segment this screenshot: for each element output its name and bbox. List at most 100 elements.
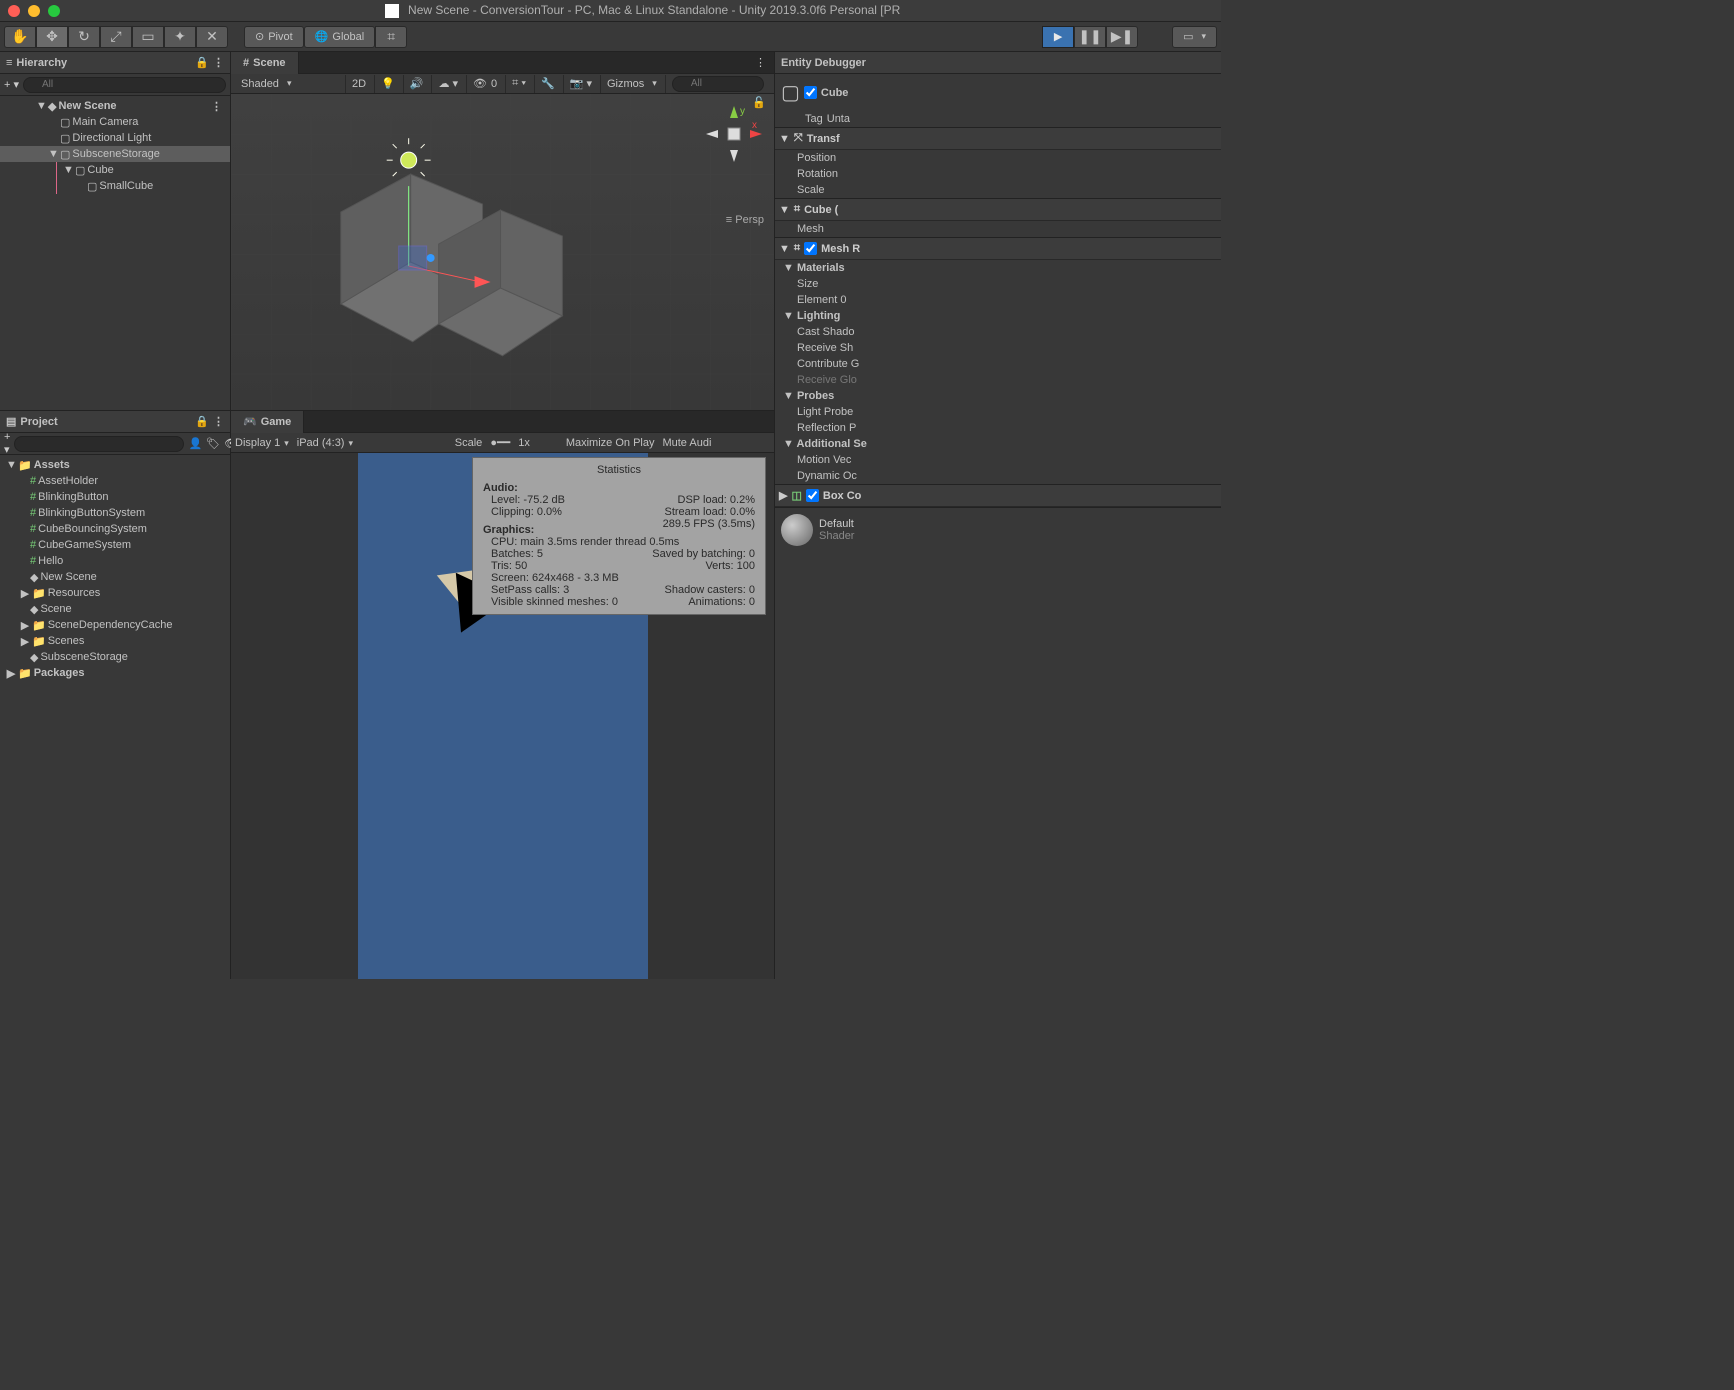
close-window-button[interactable] [8,5,20,17]
project-item[interactable]: ▶📁 Scenes [0,633,230,649]
materials-size[interactable]: Size [775,276,1221,292]
object-name[interactable]: Cube [821,87,849,99]
custom-tool-button[interactable]: ✕ [196,26,228,48]
rotate-tool-button[interactable]: ↻ [68,26,100,48]
lighting-header[interactable]: Lighting [797,310,840,322]
project-item[interactable]: ◆ SubsceneStorage [0,649,230,665]
audio-toggle[interactable]: 🔊 [403,75,430,93]
move-tool-button[interactable]: ✥ [36,26,68,48]
hierarchy-tree[interactable]: ▼◆ New Scene⋮ ▢ Main Camera ▢ Directiona… [0,96,230,410]
cast-shadows-field[interactable]: Cast Shado [775,324,1221,340]
tag-dropdown[interactable]: Unta [827,113,850,125]
game-tab[interactable]: 🎮 Game [231,411,304,433]
global-button[interactable]: 🌐 Global [304,26,376,48]
project-item[interactable]: # Hello [0,553,230,569]
contribute-gi-field[interactable]: Contribute G [775,356,1221,372]
meshrenderer-header[interactable]: Mesh R [821,243,860,255]
reflection-probes-field[interactable]: Reflection P [775,420,1221,436]
material-shader[interactable]: Shader [819,530,854,542]
packages-folder[interactable]: ▶📁 Packages [0,665,230,681]
transform-tool-button[interactable]: ✦ [164,26,196,48]
scene-viewport[interactable]: y x ≡ Persp 🔓 [231,94,774,410]
project-item[interactable]: # BlinkingButtonSystem [0,505,230,521]
fx-toggle[interactable]: ☁ ▾ [431,75,464,93]
maximize-toggle[interactable]: Maximize On Play [566,437,655,449]
inspector-tab[interactable]: Entity Debugger [781,57,866,69]
project-item[interactable]: # CubeGameSystem [0,537,230,553]
hierarchy-item-camera[interactable]: ▢ Main Camera [0,114,230,130]
boxcollider-header[interactable]: Box Co [823,490,862,502]
project-item[interactable]: ◆ Scene [0,601,230,617]
scene-tab[interactable]: # Scene [231,52,299,74]
scene-root[interactable]: ▼◆ New Scene⋮ [0,98,230,114]
aspect-dropdown[interactable]: iPad (4:3) [297,437,447,449]
maximize-window-button[interactable] [48,5,60,17]
create-dropdown[interactable]: + ▾ [4,431,10,456]
view-gizmo[interactable]: y x [704,104,764,164]
step-button[interactable]: ▶❚ [1106,26,1138,48]
projection-label[interactable]: ≡ Persp [726,214,764,226]
create-dropdown[interactable]: + ▾ [4,78,19,91]
display-dropdown[interactable]: Display 1 [235,437,289,449]
materials-el0[interactable]: Element 0 [775,292,1221,308]
filter-label-icon[interactable]: 🏷 [206,437,220,450]
hand-tool-button[interactable]: ✋ [4,26,36,48]
lighting-toggle[interactable]: 💡 [374,75,401,93]
project-item[interactable]: ▶📁 Resources [0,585,230,601]
meshfilter-header[interactable]: Cube ( [804,204,838,216]
project-item[interactable]: ◆ New Scene [0,569,230,585]
materials-header[interactable]: Materials [797,262,845,274]
receive-shadows-field[interactable]: Receive Sh [775,340,1221,356]
transform-header[interactable]: Transf [807,133,840,145]
project-tree[interactable]: ▼📁 Assets # AssetHolder # BlinkingButton… [0,455,230,979]
grid-toggle[interactable]: ⌗ ▾ [505,75,532,93]
project-item[interactable]: # CubeBouncingSystem [0,521,230,537]
menu-icon[interactable]: ⋮ [213,415,224,428]
rect-tool-button[interactable]: ▭ [132,26,164,48]
scale-tool-button[interactable]: ⤢ [100,26,132,48]
project-item[interactable]: # AssetHolder [0,473,230,489]
hierarchy-search-input[interactable] [23,77,226,93]
hierarchy-item-smallcube[interactable]: ▢ SmallCube [57,178,230,194]
active-checkbox[interactable] [804,86,817,99]
menu-icon[interactable]: ⋮ [213,56,224,69]
layout-dropdown[interactable]: ▭ [1172,26,1217,48]
project-search-input[interactable] [14,436,184,452]
dynamic-occ-field[interactable]: Dynamic Oc [775,468,1221,484]
additional-header[interactable]: Additional Se [797,438,867,450]
boxcollider-checkbox[interactable] [806,489,819,502]
hierarchy-item-cube[interactable]: ▼▢ Cube [57,162,230,178]
project-item[interactable]: ▶📁 SceneDependencyCache [0,617,230,633]
mute-toggle[interactable]: Mute Audi [662,437,711,449]
shading-dropdown[interactable]: Shaded [235,75,343,93]
light-probes-field[interactable]: Light Probe [775,404,1221,420]
snap-button[interactable]: ⌗ [375,26,407,48]
hierarchy-item-subscene[interactable]: ▼▢ SubsceneStorage [0,146,230,162]
assets-folder[interactable]: ▼📁 Assets [0,457,230,473]
motion-vec-field[interactable]: Motion Vec [775,452,1221,468]
meshrenderer-checkbox[interactable] [804,242,817,255]
hidden-toggle[interactable]: 👁 0 [466,75,503,93]
hierarchy-item-light[interactable]: ▢ Directional Light [0,130,230,146]
minimize-window-button[interactable] [28,5,40,17]
project-item[interactable]: # BlinkingButton [0,489,230,505]
game-viewport[interactable]: Statistics Audio: Level: -75.2 dBDSP loa… [231,453,774,979]
camera-toggle[interactable]: 📷 ▾ [563,75,598,93]
lock-icon[interactable]: 🔒 [195,56,209,69]
probes-header[interactable]: Probes [797,390,834,402]
scale-slider[interactable]: ●━━ [490,436,510,449]
scale-field[interactable]: Scale [775,182,1221,198]
material-name[interactable]: Default [819,518,854,530]
filter-type-icon[interactable]: 👤 [188,437,202,450]
scene-lock-icon[interactable]: 🔓 [752,96,766,109]
panel-menu-icon[interactable]: ⋮ [755,56,774,69]
gizmos-dropdown[interactable]: Gizmos [600,75,663,93]
position-field[interactable]: Position [775,150,1221,166]
mode-2d-toggle[interactable]: 2D [345,75,372,93]
pivot-button[interactable]: ⊙ Pivot [244,26,304,48]
scene-search-input[interactable] [672,76,764,92]
mesh-field[interactable]: Mesh [775,221,1221,237]
rotation-field[interactable]: Rotation [775,166,1221,182]
pause-button[interactable]: ❚❚ [1074,26,1106,48]
tools-toggle[interactable]: 🔧 [534,75,561,93]
